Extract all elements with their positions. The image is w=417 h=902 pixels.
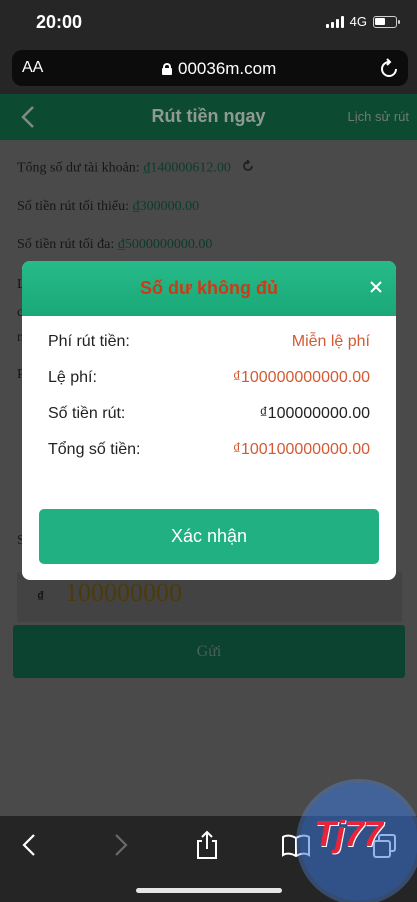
total-row: Tổng số tiền: ₫100100000000.00 [48, 441, 370, 459]
tj77-watermark-logo: Tj77 [300, 783, 417, 901]
balance-value: ₫140000612.00 [143, 160, 231, 176]
chevron-left-icon[interactable] [20, 832, 40, 863]
withdraw-amount-value: ₫100000000.00 [259, 405, 370, 422]
max-label: Số tiền rút tối đa: [17, 237, 115, 252]
fee-row: Lệ phí: ₫100000000000.00 [48, 369, 370, 387]
url-text: 00036m.com [178, 59, 277, 78]
currency-sign: ₫ [37, 588, 45, 604]
min-value: ₫300000.00 [132, 199, 200, 214]
app-header: Rút tiền ngay Lịch sử rút [0, 94, 417, 140]
address-bar[interactable]: AA 00036m.com [12, 50, 408, 86]
fee-label: Lệ phí: [48, 369, 97, 386]
amount-value: 100000000 [65, 578, 182, 607]
network-type: 4G [349, 14, 367, 29]
fee-type-label: Phí rút tiền: [48, 333, 130, 350]
battery-icon [373, 15, 400, 28]
reload-icon[interactable] [380, 58, 398, 83]
total-label: Tổng số tiền: [48, 441, 141, 458]
balance-row: Tổng số dư tài khoản: ₫140000612.00 [17, 159, 254, 177]
fee-type-value: Miễn lệ phí [291, 333, 370, 350]
withdraw-amount-row: Số tiền rút: ₫100000000.00 [48, 405, 370, 423]
watermark-text: Tj77 [314, 813, 383, 854]
confirm-button[interactable]: Xác nhận [39, 509, 379, 564]
min-label: Số tiền rút tối thiểu: [17, 199, 129, 214]
refresh-icon[interactable] [242, 159, 254, 177]
battery-level [375, 17, 385, 25]
max-value: ₫5000000000.00 [117, 237, 213, 252]
close-icon[interactable] [368, 279, 384, 300]
max-withdraw-row: Số tiền rút tối đa: ₫5000000000.00 [17, 237, 212, 253]
total-value: ₫100100000000.00 [232, 441, 370, 458]
lock-icon [162, 63, 172, 75]
home-indicator [136, 888, 282, 893]
fee-value: ₫100000000000.00 [232, 369, 370, 386]
dialog-header: Số dư không đủ [22, 261, 396, 316]
balance-label: Tổng số dư tài khoản: [17, 160, 140, 176]
url-display[interactable]: 00036m.com [162, 59, 276, 79]
status-bar: 20:00 4G [0, 0, 417, 46]
fee-type-row: Phí rút tiền: Miễn lệ phí [48, 333, 370, 351]
signal-icon [325, 15, 344, 28]
min-withdraw-row: Số tiền rút tối thiểu: ₫300000.00 [17, 199, 199, 215]
text-size-button[interactable]: AA [22, 59, 43, 77]
withdraw-history-link[interactable]: Lịch sử rút [348, 109, 409, 124]
withdraw-amount-label: Số tiền rút: [48, 405, 126, 422]
status-indicators: 4G [325, 14, 400, 29]
chevron-right-icon[interactable] [110, 832, 130, 863]
browser-address-area: AA 00036m.com [0, 46, 417, 94]
dialog-title: Số dư không đủ [139, 278, 278, 298]
status-time: 20:00 [36, 12, 83, 32]
insufficient-balance-dialog: Số dư không đủ Phí rút tiền: Miễn lệ phí… [22, 261, 396, 580]
submit-button[interactable]: Gửi [13, 625, 405, 678]
share-icon[interactable] [194, 830, 220, 865]
